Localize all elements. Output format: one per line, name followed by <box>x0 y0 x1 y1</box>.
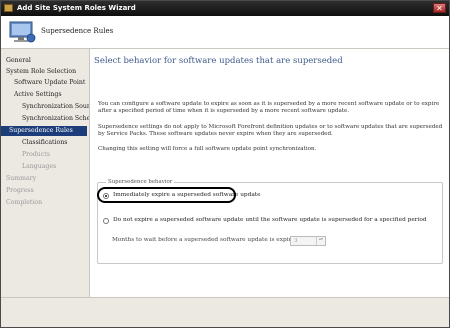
sync-warning-paragraph: Changing this setting will force a full … <box>98 146 317 152</box>
nav-item-supersedence-rules[interactable]: Supersedence Rules <box>1 126 87 136</box>
do-not-expire-radio[interactable] <box>103 218 109 224</box>
nav-item-active-settings[interactable]: Active Settings <box>14 91 62 98</box>
window-title: Add Site System Roles Wizard <box>17 4 136 12</box>
months-spinbox[interactable]: 3 ▴▾ <box>290 236 326 246</box>
months-to-wait-label: Months to wait before a superseded softw… <box>112 237 301 243</box>
annotation-highlight-oval <box>97 187 236 203</box>
supersedence-note-paragraph: Supersedence settings do not apply to Mi… <box>98 124 443 137</box>
wizard-footer <box>1 297 449 327</box>
do-not-expire-label[interactable]: Do not expire a superseded software upda… <box>113 217 427 223</box>
months-value: 3 <box>294 238 298 244</box>
nav-item-synchronization-source[interactable]: Synchronization Source <box>22 103 97 110</box>
wizard-window: Add Site System Roles Wizard ✕ Supersede… <box>0 0 450 328</box>
nav-item-classifications[interactable]: Classifications <box>22 139 67 146</box>
nav-item-completion: Completion <box>6 199 43 206</box>
page-heading: Select behavior for software updates tha… <box>94 56 343 66</box>
nav-item-software-update-point[interactable]: Software Update Point <box>14 79 85 86</box>
spin-arrows-icon[interactable]: ▴▾ <box>316 237 325 245</box>
close-button[interactable]: ✕ <box>433 3 446 13</box>
nav-item-progress: Progress <box>6 187 34 194</box>
nav-item-label: Supersedence Rules <box>9 127 73 134</box>
description-paragraph: You can configure a software update to e… <box>98 101 440 114</box>
wizard-content: Select behavior for software updates tha… <box>89 49 449 297</box>
wizard-sidebar: General System Role Selection Software U… <box>1 49 104 297</box>
computer-icon <box>9 21 36 43</box>
nav-item-products: Products <box>22 151 50 158</box>
nav-item-system-role-selection[interactable]: System Role Selection <box>6 68 76 75</box>
wizard-header: Supersedence Rules <box>1 16 449 49</box>
wizard-app-icon <box>4 4 13 12</box>
nav-item-summary: Summary <box>6 175 37 182</box>
title-bar: Add Site System Roles Wizard ✕ <box>1 1 449 16</box>
group-label: Supersedence behavior <box>106 179 175 185</box>
nav-item-general[interactable]: General <box>6 57 31 64</box>
nav-item-languages: Languages <box>22 163 57 170</box>
page-header-title: Supersedence Rules <box>41 27 114 35</box>
